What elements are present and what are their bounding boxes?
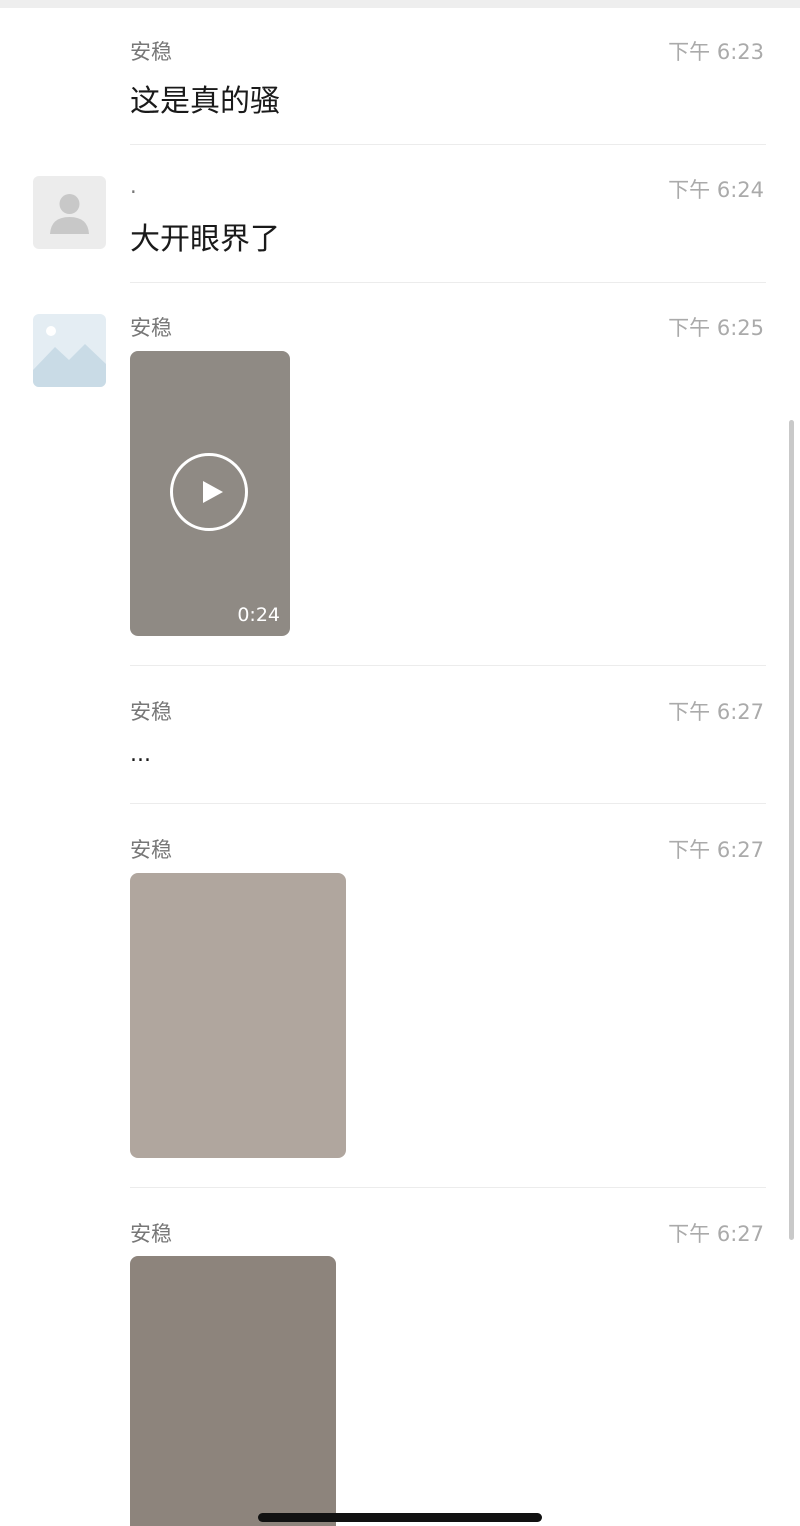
- message-time: 下午 6:24: [668, 178, 764, 202]
- message-sender: 安稳: [130, 838, 172, 862]
- scrollbar[interactable]: [789, 420, 794, 1240]
- message-time: 下午 6:23: [668, 40, 764, 64]
- top-strip: [0, 0, 800, 8]
- video-duration: 0:24: [237, 604, 280, 626]
- message-sender: 安稳: [130, 40, 172, 64]
- avatar[interactable]: [33, 314, 106, 387]
- home-indicator[interactable]: [258, 1513, 542, 1522]
- message-text[interactable]: ...: [130, 742, 151, 767]
- message-text[interactable]: 大开眼界了: [130, 214, 280, 258]
- video-thumbnail[interactable]: 0:24: [130, 351, 290, 636]
- message-time: 下午 6:25: [668, 316, 764, 340]
- divider: [130, 282, 766, 283]
- image-thumbnail[interactable]: [130, 873, 346, 1158]
- message-time: 下午 6:27: [668, 700, 764, 724]
- message-sender: 安稳: [130, 700, 172, 724]
- message-time: 下午 6:27: [668, 838, 764, 862]
- image-thumbnail[interactable]: [130, 1256, 336, 1526]
- message-sender: .: [130, 174, 137, 198]
- message-text[interactable]: 这是真的骚: [130, 76, 280, 120]
- message-time: 下午 6:27: [668, 1222, 764, 1246]
- divider: [130, 1187, 766, 1188]
- person-icon: [50, 194, 89, 234]
- image-placeholder-icon: [33, 326, 106, 387]
- message-sender: 安稳: [130, 316, 172, 340]
- divider: [130, 144, 766, 145]
- message-sender: 安稳: [130, 1222, 172, 1246]
- avatar[interactable]: [33, 176, 106, 249]
- divider: [130, 665, 766, 666]
- play-icon[interactable]: [170, 453, 248, 531]
- divider: [130, 803, 766, 804]
